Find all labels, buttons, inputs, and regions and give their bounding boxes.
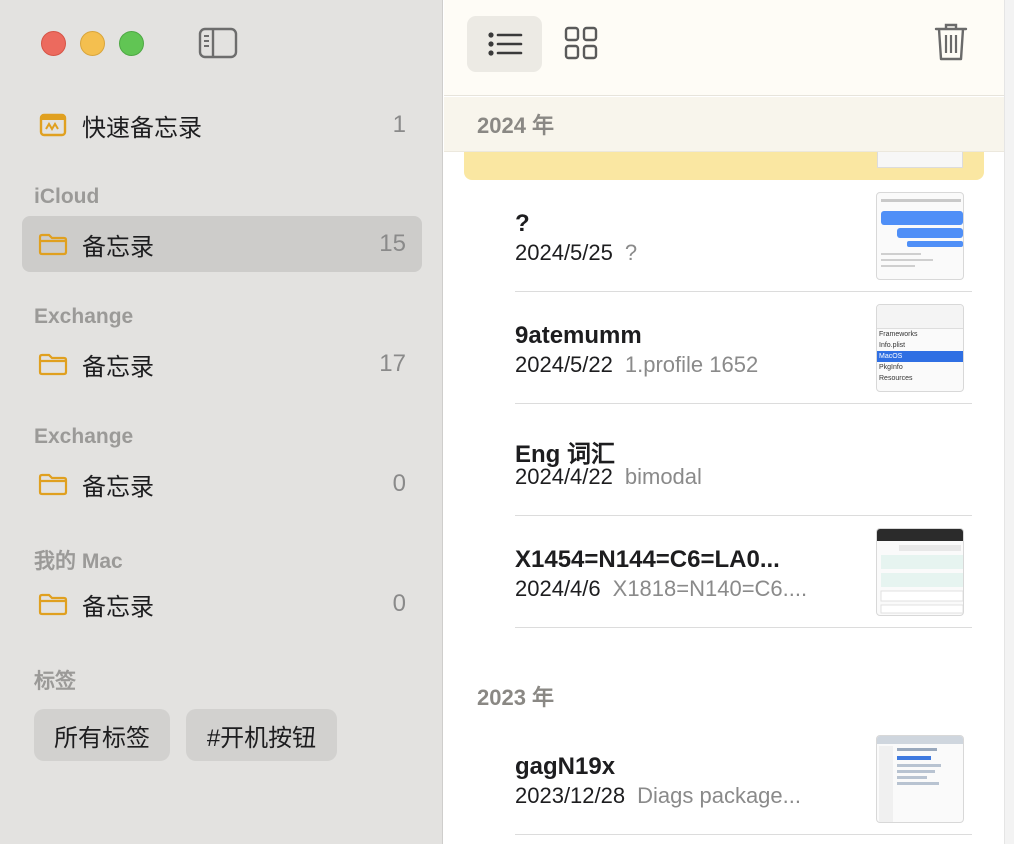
note-preview: bimodal [624,464,702,489]
note-thumbnail: Frameworks Info.plist MacOS PkgInfo Reso… [876,304,964,392]
folder-icon [38,352,68,376]
sidebar-item-label: 快速备忘录 [82,114,202,142]
note-meta: 2024/4/6 X1818=N140=C6.... [515,576,807,602]
note-date: 2023/12/28 [515,783,626,808]
note-preview: X1818=N140=C6.... [612,576,808,601]
zoom-window-button[interactable] [119,31,144,56]
section-header-my-mac: 我的 Mac [34,550,123,573]
sidebar-toggle-icon[interactable] [198,27,238,59]
note-meta: 2024/5/25? [515,240,637,266]
section-header-exchange: Exchange [34,305,134,328]
sidebar-item-label: 备忘录 [82,353,154,381]
note-preview: Diags package... [637,783,801,808]
thumb-line: Info.plist [879,342,906,349]
quick-note-icon [38,113,68,137]
toolbar [444,0,1004,96]
note-meta: 2024/4/22 bimodal [515,464,702,490]
folder-icon [38,472,68,496]
note-count: 15 [379,230,406,257]
note-thumbnail [877,152,963,168]
note-meta: 2023/12/28 Diags package... [515,783,801,809]
sidebar-item-my-mac-notes[interactable]: 备忘录 0 [22,576,422,632]
note-title: X1454=N144=C6=LA0... [515,546,780,573]
section-header-icloud: iCloud [34,185,100,208]
year-header-2024: 2024 年 [444,97,1004,152]
thumb-line: MacOS [877,351,963,362]
sidebar-item-label: 备忘录 [82,593,154,621]
folder-icon [38,232,68,256]
grid-icon [564,26,598,60]
note-row[interactable]: ? 2024/5/25? [515,180,972,292]
note-count: 0 [392,590,406,617]
note-preview: 1.profile 1652 [624,352,759,377]
note-row[interactable]: Eng 词汇 2024/4/22 bimodal [515,404,972,516]
note-row[interactable]: X1454=N144=C6=LA0... 2024/4/6 X1818=N140=… [515,516,972,628]
note-date: 2024/4/6 [515,576,601,601]
note-count: 1 [392,111,406,138]
note-date: 2024/5/22 [515,352,613,377]
thumb-line: Frameworks [879,331,918,338]
section-header-exchange-2: Exchange [34,425,134,448]
list-view-button[interactable] [467,16,542,72]
note-thumbnail [876,735,964,823]
tag-power-button[interactable]: #开机按钮 [186,709,337,761]
year-header-2023: 2023 年 [444,668,1004,723]
trash-icon [934,23,968,61]
section-header-tags: 标签 [34,670,76,693]
gallery-view-button[interactable] [562,22,600,64]
list-icon [487,32,522,56]
window-controls [41,31,144,56]
close-window-button[interactable] [41,31,66,56]
delete-button[interactable] [931,20,971,64]
note-thumbnail [876,528,964,616]
sidebar-item-icloud-notes[interactable]: 备忘录 15 [22,216,422,272]
tag-all-tags[interactable]: 所有标签 [34,709,170,761]
sidebar-item-label: 备忘录 [82,233,154,261]
folder-icon [38,592,68,616]
note-title: ? [515,210,530,237]
sidebar-item-exchange-notes[interactable]: 备忘录 17 [22,336,422,392]
note-preview: ? [624,240,638,265]
thumb-line: Resources [879,375,913,382]
note-title: 9atemumm [515,322,642,349]
thumb-line: PkgInfo [879,364,903,371]
window-edge [1004,0,1014,844]
note-row[interactable]: 9atemumm 2024/5/22 1.profile 1652 Framewo… [515,292,972,404]
sidebar-item-quick-notes[interactable]: 快速备忘录 1 [22,97,422,153]
note-date: 2024/5/25 [515,240,613,265]
note-thumbnail [876,192,964,280]
note-count: 17 [379,350,406,377]
sidebar: 快速备忘录 1 iCloud 备忘录 15 Exchange 备忘录 17 Ex… [0,0,443,844]
sidebar-item-label: 备忘录 [82,473,154,501]
note-date: 2024/4/22 [515,464,613,489]
note-count: 0 [392,470,406,497]
note-meta: 2024/5/22 1.profile 1652 [515,352,758,378]
note-row[interactable]: gagN19x 2023/12/28 Diags package... [515,723,972,835]
note-title: gagN19x [515,753,616,780]
minimize-window-button[interactable] [80,31,105,56]
sidebar-item-exchange-2-notes[interactable]: 备忘录 0 [22,456,422,512]
note-list-pane: 2024 年 ? 2024/5/25? 9atemumm 2024/5/22 1.… [444,0,1004,844]
